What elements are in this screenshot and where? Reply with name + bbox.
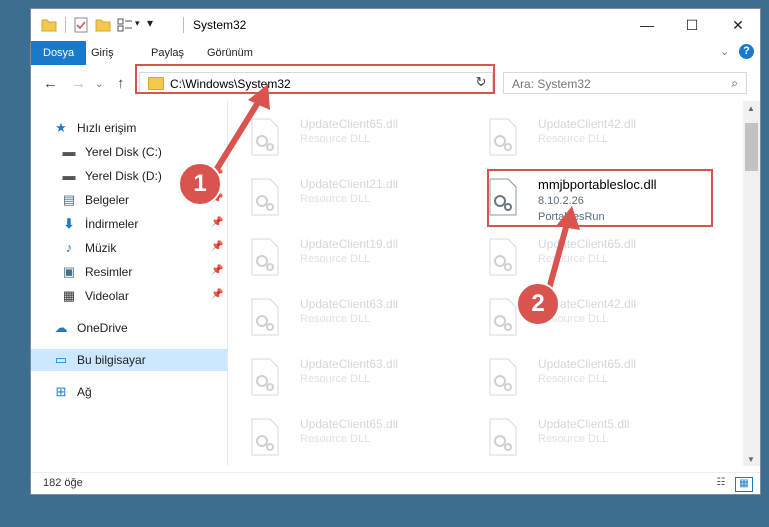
- callout-number-two: 2: [516, 282, 560, 326]
- arrow-one-line: [207, 94, 265, 182]
- annotation-arrows: [207, 84, 580, 301]
- callout-number-one: 1: [178, 162, 222, 206]
- arrow-two-head: [556, 206, 580, 230]
- desktop-background: ▾ ▾ System32 — ☐ ✕ Dosya Giriş Paylaş Gö…: [0, 0, 769, 527]
